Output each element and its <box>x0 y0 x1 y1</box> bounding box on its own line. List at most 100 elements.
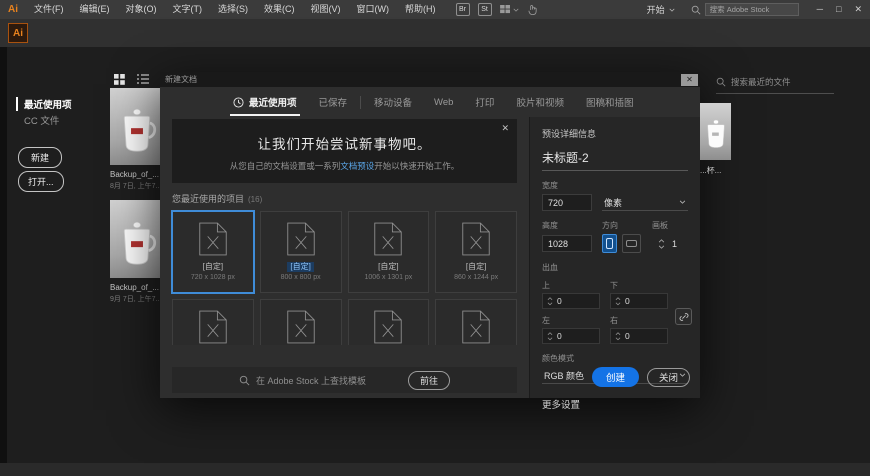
stock-template-search-row: 在 Adobe Stock 上查找模板 前往 <box>172 367 517 393</box>
welcome-banner: ✕ 让我们开始尝试新事物吧。 从您自己的文档设置或一系列文档预设开始以快速开始工… <box>172 119 517 183</box>
start-workspace-switcher[interactable]: 开始 <box>647 3 675 16</box>
file-date: 8月 7日, 上午7... <box>110 183 162 190</box>
close-dialog-button[interactable]: 关闭 <box>646 367 690 387</box>
menu-file[interactable]: 文件(F) <box>26 0 72 19</box>
document-preset-icon <box>374 310 403 344</box>
tab-film-video[interactable]: 胶片和视频 <box>505 87 575 117</box>
bleed-left-input[interactable]: 0 <box>542 328 600 344</box>
menu-view[interactable]: 视图(V) <box>303 0 349 19</box>
banner-description: 从您自己的文档设置或一系列文档预设开始以快速开始工作。 <box>229 161 460 171</box>
stock-search-input[interactable]: 搜索 Adobe Stock <box>704 3 799 16</box>
chevron-down-icon <box>669 8 675 12</box>
preset-size: 720 x 1028 px <box>190 274 235 281</box>
minimize-button[interactable]: ─ <box>817 0 823 19</box>
tab-mobile[interactable]: 移动设备 <box>363 87 423 117</box>
touch-workspace-icon[interactable] <box>527 4 538 15</box>
bleed-top-input[interactable]: 0 <box>542 293 600 309</box>
preset-card[interactable]: [自定] 800 x 800 px <box>259 211 342 293</box>
file-name: Backup_of_... <box>110 170 159 179</box>
preset-card[interactable] <box>347 299 430 345</box>
recent-file-card[interactable]: Backup_of_... 8月 7日, 上午7... <box>110 88 164 191</box>
adobe-stock-search[interactable]: 搜索 Adobe Stock <box>691 3 799 16</box>
recent-items-count: (16) <box>248 195 263 204</box>
go-button[interactable]: 前往 <box>408 370 451 390</box>
recent-file-card[interactable]: Backup_of_... 9月 7日, 上午7... <box>110 200 164 304</box>
preset-details-heading: 预设详细信息 <box>542 129 597 139</box>
arrange-documents-icon[interactable] <box>499 5 519 14</box>
orientation-landscape-icon[interactable] <box>622 234 641 253</box>
bleed-link-icon[interactable] <box>675 308 692 325</box>
file-name: Backup_of_... <box>110 283 159 292</box>
maximize-button[interactable]: □ <box>836 0 841 19</box>
preset-card[interactable] <box>172 299 254 345</box>
menu-select[interactable]: 选择(S) <box>210 0 256 19</box>
preset-card-selected[interactable]: [自定] 720 x 1028 px <box>172 211 254 293</box>
file-name: ...杯... <box>700 166 722 175</box>
stock-icon[interactable]: St <box>477 3 492 16</box>
bleed-left-label: 左 <box>542 316 550 325</box>
preset-size: 860 x 1244 px <box>454 274 499 281</box>
stock-template-search-input[interactable]: 在 Adobe Stock 上查找模板 <box>256 374 366 387</box>
document-preset-icon <box>199 222 227 256</box>
teapot-image <box>123 221 157 265</box>
preset-card[interactable] <box>259 299 342 345</box>
new-button[interactable]: 新建 <box>18 147 63 168</box>
recent-files-search[interactable]: 搜索最近的文件 <box>716 76 834 94</box>
file-thumbnail-cup <box>700 103 731 160</box>
document-name-field[interactable]: 未标题-2 <box>542 149 688 171</box>
dialog-close-button[interactable]: ✕ <box>681 73 698 86</box>
height-label: 高度 <box>542 221 558 230</box>
stepper-down-icon <box>658 245 665 249</box>
document-preset-icon <box>462 222 490 256</box>
grid-view-icon[interactable] <box>114 74 125 85</box>
preset-details-panel: 预设详细信息 未标题-2 宽度 720 像素 高度 方向 画板 1028 1 出… <box>529 117 700 411</box>
tab-saved[interactable]: 已保存 <box>308 87 359 117</box>
menu-bar: Ai 文件(F) 编辑(E) 对象(O) 文字(T) 选择(S) 效果(C) 视… <box>0 0 870 19</box>
artboards-stepper[interactable] <box>658 238 665 249</box>
menu-window[interactable]: 窗口(W) <box>349 0 398 19</box>
tab-art-illustration[interactable]: 图稿和插图 <box>575 87 645 117</box>
bridge-icon[interactable]: Br <box>455 3 470 16</box>
orientation-portrait-icon[interactable] <box>602 234 617 253</box>
document-presets-link[interactable]: 文档预设 <box>340 161 374 171</box>
tab-print[interactable]: 打印 <box>464 87 505 117</box>
search-icon <box>716 77 726 87</box>
menu-edit[interactable]: 编辑(E) <box>72 0 118 19</box>
menu-object[interactable]: 对象(O) <box>118 0 165 19</box>
banner-close-icon[interactable]: ✕ <box>501 123 509 134</box>
dialog-titlebar: 新建文档 ✕ <box>160 72 700 87</box>
cup-image <box>706 119 725 148</box>
menu-help[interactable]: 帮助(H) <box>397 0 444 19</box>
illustrator-window: Ai 文件(F) 编辑(E) 对象(O) 文字(T) 选择(S) 效果(C) 视… <box>0 0 870 476</box>
height-input[interactable]: 1028 <box>542 235 592 252</box>
close-window-button[interactable]: ✕ <box>854 0 862 19</box>
bleed-bottom-input[interactable]: 0 <box>610 293 668 309</box>
sidebar-item-cc-files[interactable]: CC 文件 <box>24 113 59 127</box>
preset-card[interactable]: [自定] 1006 x 1301 px <box>347 211 430 293</box>
menu-type[interactable]: 文字(T) <box>165 0 211 19</box>
width-label: 宽度 <box>542 181 558 190</box>
stepper-up-icon <box>658 238 665 242</box>
search-icon <box>691 5 701 14</box>
document-preset-icon <box>286 222 315 256</box>
open-button[interactable]: 打开... <box>18 171 64 192</box>
width-input[interactable]: 720 <box>542 194 592 211</box>
recent-file-card[interactable]: ...杯... <box>700 103 731 176</box>
color-mode-label: 颜色模式 <box>542 354 574 363</box>
chevron-down-icon <box>679 200 686 204</box>
create-button[interactable]: 创建 <box>591 367 639 387</box>
unit-dropdown[interactable]: 像素 <box>602 194 688 211</box>
menu-effect[interactable]: 效果(C) <box>256 0 303 19</box>
artboards-value[interactable]: 1 <box>672 239 677 249</box>
ai-app-icon: Ai <box>8 23 28 43</box>
preset-grid-row2 <box>172 299 517 345</box>
tab-web[interactable]: Web <box>423 87 464 117</box>
dialog-title: 新建文档 <box>165 75 197 84</box>
sidebar-item-recent[interactable]: 最近使用项 <box>16 97 72 111</box>
preset-card[interactable] <box>435 299 517 345</box>
bleed-right-input[interactable]: 0 <box>610 328 668 344</box>
tab-recent[interactable]: 最近使用项 <box>222 87 308 117</box>
more-settings-link[interactable]: 更多设置 <box>542 397 688 411</box>
preset-card[interactable]: [自定] 860 x 1244 px <box>435 211 517 293</box>
list-view-icon[interactable] <box>137 74 149 84</box>
